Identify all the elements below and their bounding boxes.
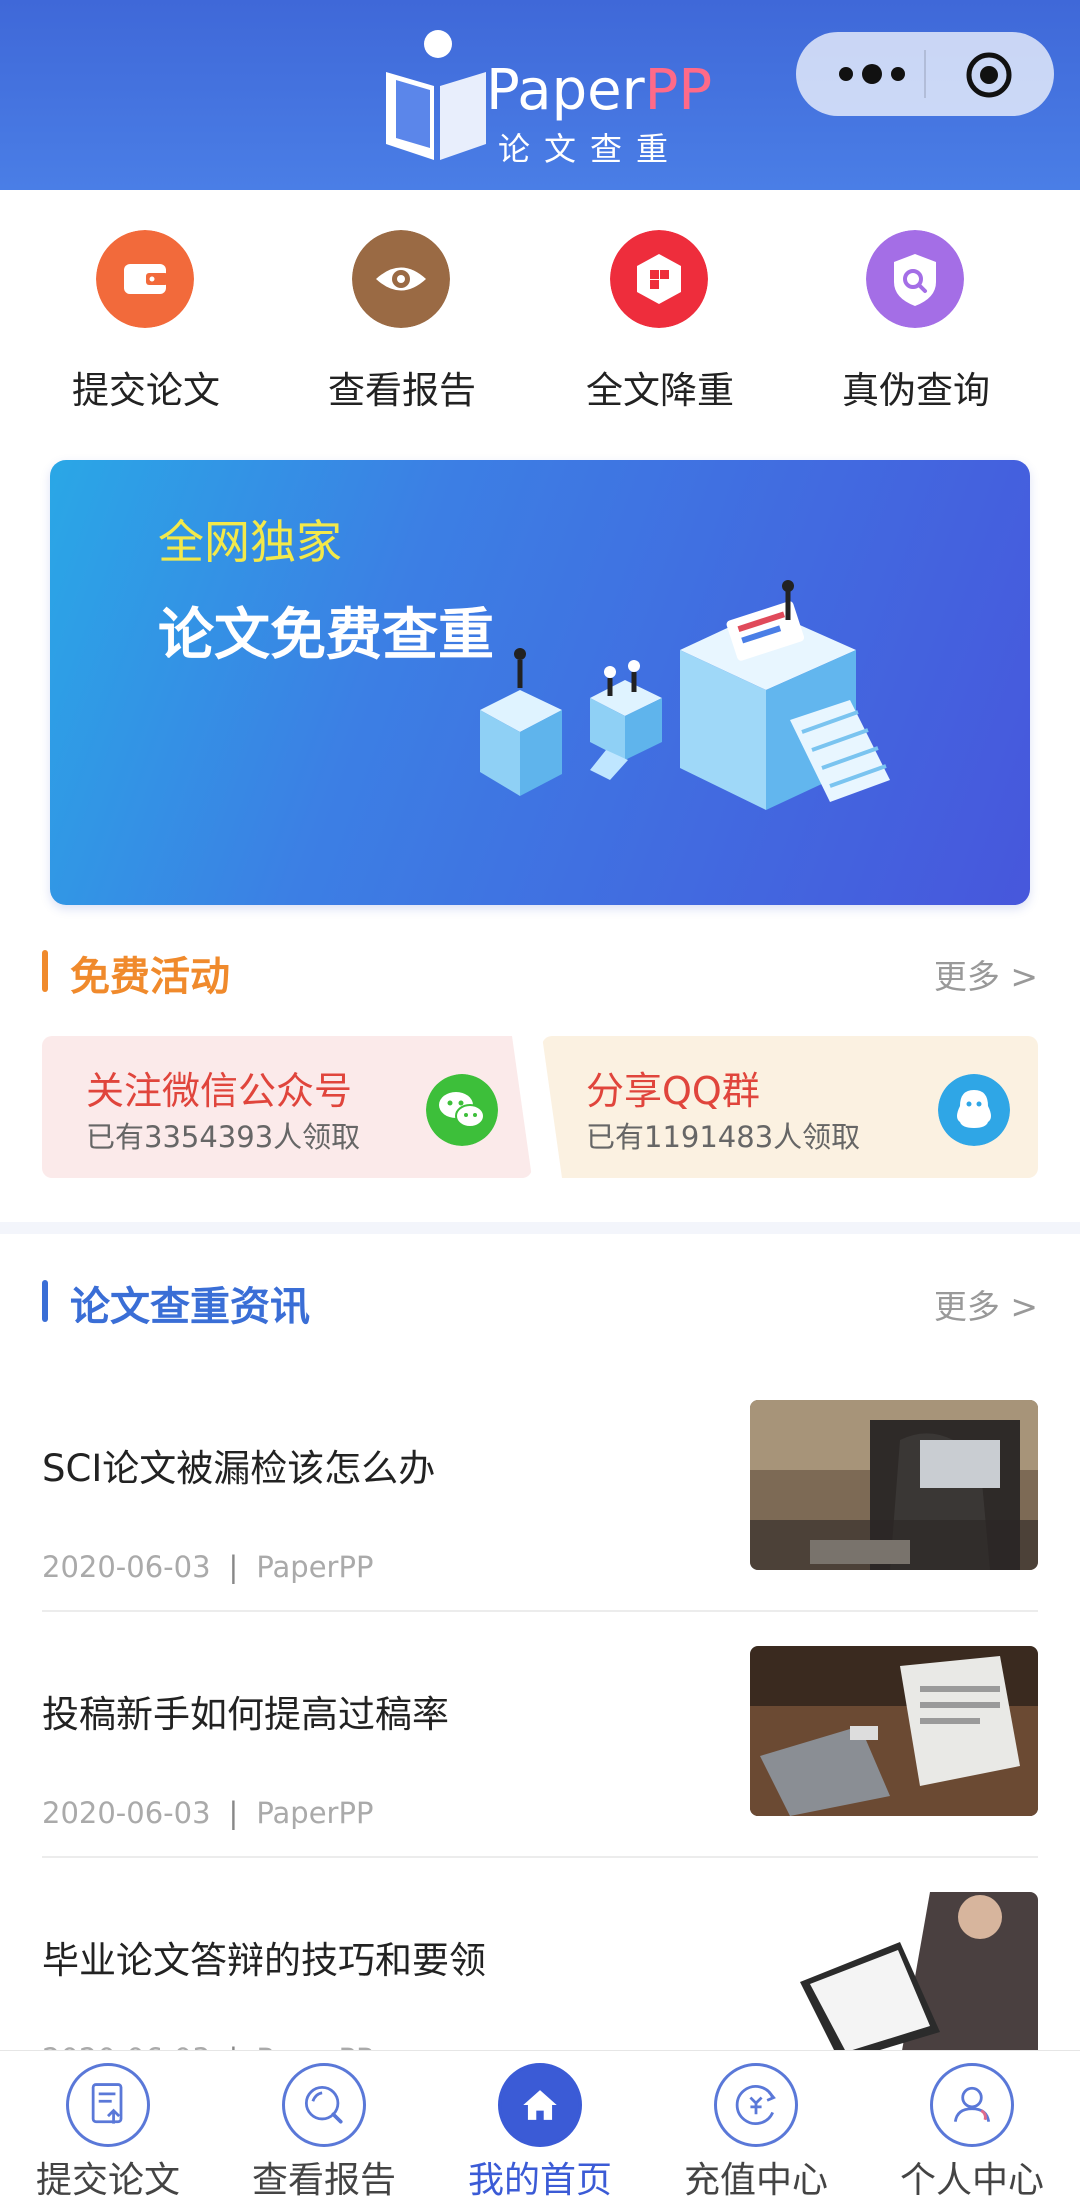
news-author: PaperPP	[256, 1550, 374, 1584]
logo-subtitle: 论文查重	[498, 130, 683, 168]
activity-subtitle: 已有1191483人领取	[586, 1120, 861, 1154]
section-divider	[0, 1222, 1080, 1234]
hexagon-blocks-icon	[610, 230, 708, 328]
more-dots-icon[interactable]	[832, 52, 912, 96]
news-thumbnail	[750, 1400, 1038, 1570]
tab-submit-paper[interactable]: 提交论文	[0, 2051, 216, 2199]
free-more-link[interactable]: 更多 >	[934, 950, 1038, 998]
tab-label: 查看报告	[251, 2160, 396, 2199]
news-title: 投稿新手如何提高过稿率	[42, 1693, 449, 1736]
quick-view-report[interactable]: 查看报告	[302, 230, 502, 412]
tab-label: 提交论文	[35, 2160, 180, 2199]
news-divider	[42, 1610, 1038, 1612]
quick-label: 查看报告	[328, 369, 476, 412]
bottom-tab-bar: 提交论文 查看报告 我的首页 充值中心 个人中心	[0, 2050, 1080, 2199]
news-title: 毕业论文答辩的技巧和要领	[42, 1939, 486, 1982]
shield-search-icon	[866, 230, 964, 328]
quick-label: 提交论文	[72, 369, 220, 412]
quick-label: 全文降重	[586, 369, 734, 412]
news-title: SCI论文被漏检该怎么办	[42, 1447, 436, 1490]
miniprogram-capsule	[796, 32, 1054, 116]
free-activities-title: 免费活动	[42, 944, 230, 1002]
news-thumbnail	[750, 1646, 1038, 1816]
recharge-icon	[714, 2063, 798, 2147]
close-target-icon[interactable]	[964, 50, 1014, 100]
news-section-title: 论文查重资讯	[42, 1274, 310, 1332]
activity-title: 分享QQ群	[586, 1069, 760, 1113]
upload-doc-icon	[66, 2063, 150, 2147]
quick-submit-paper[interactable]: 提交论文	[46, 230, 246, 412]
news-divider	[42, 1856, 1038, 1858]
home-icon	[498, 2063, 582, 2147]
eye-icon	[352, 230, 450, 328]
quick-full-reduce[interactable]: 全文降重	[560, 230, 760, 412]
news-date: 2020-06-03	[42, 1796, 211, 1830]
capsule-divider	[924, 50, 926, 98]
logo-book-icon	[386, 30, 486, 160]
paperpp-logo: PaperPP 论文查重	[380, 28, 713, 173]
tab-label: 个人中心	[899, 2160, 1044, 2199]
promo-banner[interactable]: 全网独家 论文免费查重	[50, 460, 1030, 905]
app-header: PaperPP 论文查重	[0, 0, 1080, 190]
qq-activity-card[interactable]: 分享QQ群 已有1191483人领取	[542, 1036, 1038, 1178]
qq-icon	[938, 1074, 1010, 1146]
tab-label: 我的首页	[467, 2160, 612, 2199]
user-icon	[930, 2063, 1014, 2147]
tab-recharge[interactable]: 充值中心	[648, 2051, 864, 2199]
news-author: PaperPP	[256, 1796, 374, 1830]
quick-menu: 提交论文 查看报告 全文降重 真伪查询	[0, 230, 1080, 412]
tab-label: 充值中心	[683, 2160, 828, 2199]
quick-label: 真伪查询	[842, 369, 990, 412]
tab-view-report[interactable]: 查看报告	[216, 2051, 432, 2199]
news-date: 2020-06-03	[42, 1550, 211, 1584]
news-meta: 2020-06-03|PaperPP	[42, 1550, 374, 1584]
news-meta: 2020-06-03|PaperPP	[42, 1796, 374, 1830]
activity-subtitle: 已有3354393人领取	[86, 1120, 361, 1154]
wechat-icon	[426, 1074, 498, 1146]
tab-profile[interactable]: 个人中心	[864, 2051, 1080, 2199]
news-thumbnail	[750, 1892, 1038, 2062]
wechat-activity-card[interactable]: 关注微信公众号 已有3354393人领取	[42, 1036, 532, 1178]
quick-authenticity-check[interactable]: 真伪查询	[816, 230, 1016, 412]
banner-illustration	[480, 580, 890, 810]
logo-wordmark: PaperPP	[486, 58, 713, 123]
wallet-icon	[96, 230, 194, 328]
news-more-link[interactable]: 更多 >	[934, 1280, 1038, 1328]
tab-home[interactable]: 我的首页	[432, 2051, 648, 2199]
search-report-icon	[282, 2063, 366, 2147]
activity-title: 关注微信公众号	[86, 1069, 353, 1113]
